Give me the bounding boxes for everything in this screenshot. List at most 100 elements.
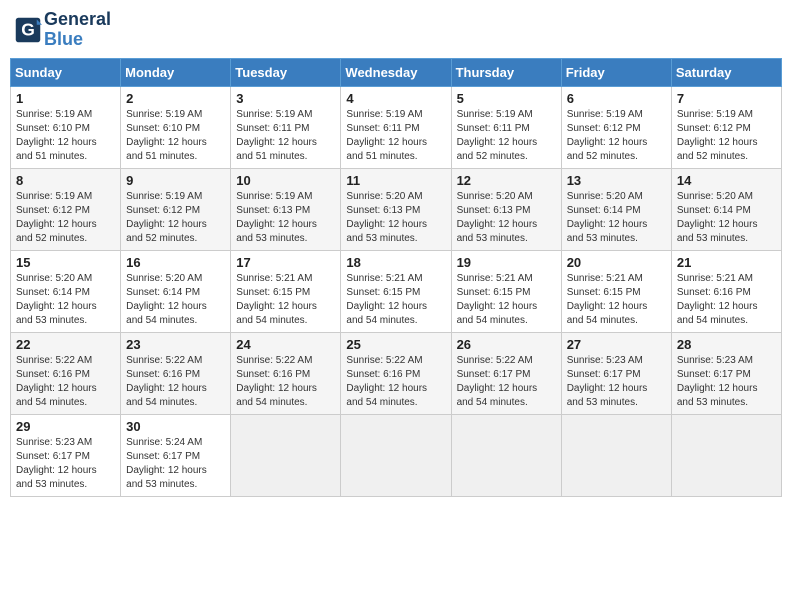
cell-content: Sunrise: 5:23 AM Sunset: 6:17 PM Dayligh…	[16, 436, 115, 492]
day-number: 1	[16, 91, 115, 106]
logo: G General Blue	[14, 10, 111, 50]
day-number: 4	[346, 91, 445, 106]
day-number: 3	[236, 91, 335, 106]
calendar-cell: 20Sunrise: 5:21 AM Sunset: 6:15 PM Dayli…	[561, 250, 671, 332]
calendar-week-row: 1 Sunrise: 5:19 AM Sunset: 6:10 PM Daylig…	[11, 86, 782, 168]
day-number: 13	[567, 173, 666, 188]
calendar-cell: 4 Sunrise: 5:19 AM Sunset: 6:11 PM Daylig…	[341, 86, 451, 168]
day-number: 9	[126, 173, 225, 188]
calendar-cell: 11 Sunrise: 5:20 AM Sunset: 6:13 PM Dayli…	[341, 168, 451, 250]
calendar-cell	[231, 414, 341, 496]
cell-content: Sunrise: 5:22 AM Sunset: 6:16 PM Dayligh…	[236, 354, 335, 410]
cell-content: Sunrise: 5:19 AM Sunset: 6:11 PM Dayligh…	[236, 108, 335, 164]
cell-content: Sunrise: 5:20 AM Sunset: 6:13 PM Dayligh…	[457, 190, 556, 246]
calendar-cell: 16 Sunrise: 5:20 AM Sunset: 6:14 PM Dayli…	[121, 250, 231, 332]
calendar-cell: 3 Sunrise: 5:19 AM Sunset: 6:11 PM Daylig…	[231, 86, 341, 168]
calendar-cell	[451, 414, 561, 496]
cell-content: Sunrise: 5:23 AM Sunset: 6:17 PM Dayligh…	[567, 354, 666, 410]
cell-content: Sunrise: 5:19 AM Sunset: 6:10 PM Dayligh…	[16, 108, 115, 164]
cell-content: Sunrise: 5:23 AM Sunset: 6:17 PM Dayligh…	[677, 354, 776, 410]
cell-content: Sunrise: 5:20 AM Sunset: 6:14 PM Dayligh…	[16, 272, 115, 328]
logo-icon: G	[14, 16, 42, 44]
calendar-cell: 26Sunrise: 5:22 AM Sunset: 6:17 PM Dayli…	[451, 332, 561, 414]
calendar-cell: 12 Sunrise: 5:20 AM Sunset: 6:13 PM Dayli…	[451, 168, 561, 250]
calendar-cell	[671, 414, 781, 496]
calendar-table: SundayMondayTuesdayWednesdayThursdayFrid…	[10, 58, 782, 497]
cell-content: Sunrise: 5:19 AM Sunset: 6:12 PM Dayligh…	[677, 108, 776, 164]
weekday-header: Saturday	[671, 58, 781, 86]
calendar-cell: 9 Sunrise: 5:19 AM Sunset: 6:12 PM Daylig…	[121, 168, 231, 250]
logo-text: General Blue	[44, 10, 111, 50]
calendar-cell: 14 Sunrise: 5:20 AM Sunset: 6:14 PM Dayli…	[671, 168, 781, 250]
cell-content: Sunrise: 5:19 AM Sunset: 6:10 PM Dayligh…	[126, 108, 225, 164]
calendar-cell: 7Sunrise: 5:19 AM Sunset: 6:12 PM Daylig…	[671, 86, 781, 168]
calendar-cell: 8 Sunrise: 5:19 AM Sunset: 6:12 PM Daylig…	[11, 168, 121, 250]
cell-content: Sunrise: 5:19 AM Sunset: 6:12 PM Dayligh…	[126, 190, 225, 246]
cell-content: Sunrise: 5:19 AM Sunset: 6:12 PM Dayligh…	[16, 190, 115, 246]
calendar-cell: 28Sunrise: 5:23 AM Sunset: 6:17 PM Dayli…	[671, 332, 781, 414]
day-number: 18	[346, 255, 445, 270]
weekday-header: Sunday	[11, 58, 121, 86]
weekday-header: Monday	[121, 58, 231, 86]
cell-content: Sunrise: 5:22 AM Sunset: 6:17 PM Dayligh…	[457, 354, 556, 410]
calendar-cell: 17Sunrise: 5:21 AM Sunset: 6:15 PM Dayli…	[231, 250, 341, 332]
day-number: 15	[16, 255, 115, 270]
cell-content: Sunrise: 5:22 AM Sunset: 6:16 PM Dayligh…	[16, 354, 115, 410]
day-number: 12	[457, 173, 556, 188]
day-number: 23	[126, 337, 225, 352]
calendar-cell: 22Sunrise: 5:22 AM Sunset: 6:16 PM Dayli…	[11, 332, 121, 414]
cell-content: Sunrise: 5:19 AM Sunset: 6:11 PM Dayligh…	[457, 108, 556, 164]
weekday-header-row: SundayMondayTuesdayWednesdayThursdayFrid…	[11, 58, 782, 86]
calendar-cell: 25 Sunrise: 5:22 AM Sunset: 6:16 PM Dayli…	[341, 332, 451, 414]
calendar-week-row: 29 Sunrise: 5:23 AM Sunset: 6:17 PM Dayli…	[11, 414, 782, 496]
calendar-cell: 10 Sunrise: 5:19 AM Sunset: 6:13 PM Dayli…	[231, 168, 341, 250]
weekday-header: Wednesday	[341, 58, 451, 86]
day-number: 5	[457, 91, 556, 106]
day-number: 27	[567, 337, 666, 352]
day-number: 6	[567, 91, 666, 106]
day-number: 21	[677, 255, 776, 270]
day-number: 16	[126, 255, 225, 270]
weekday-header: Thursday	[451, 58, 561, 86]
day-number: 24	[236, 337, 335, 352]
calendar-week-row: 22Sunrise: 5:22 AM Sunset: 6:16 PM Dayli…	[11, 332, 782, 414]
cell-content: Sunrise: 5:21 AM Sunset: 6:15 PM Dayligh…	[567, 272, 666, 328]
day-number: 14	[677, 173, 776, 188]
day-number: 2	[126, 91, 225, 106]
day-number: 8	[16, 173, 115, 188]
day-number: 25	[346, 337, 445, 352]
calendar-cell	[341, 414, 451, 496]
calendar-cell: 29 Sunrise: 5:23 AM Sunset: 6:17 PM Dayli…	[11, 414, 121, 496]
cell-content: Sunrise: 5:22 AM Sunset: 6:16 PM Dayligh…	[346, 354, 445, 410]
day-number: 30	[126, 419, 225, 434]
cell-content: Sunrise: 5:21 AM Sunset: 6:15 PM Dayligh…	[457, 272, 556, 328]
cell-content: Sunrise: 5:19 AM Sunset: 6:11 PM Dayligh…	[346, 108, 445, 164]
cell-content: Sunrise: 5:19 AM Sunset: 6:12 PM Dayligh…	[567, 108, 666, 164]
calendar-cell	[561, 414, 671, 496]
day-number: 29	[16, 419, 115, 434]
cell-content: Sunrise: 5:20 AM Sunset: 6:14 PM Dayligh…	[677, 190, 776, 246]
cell-content: Sunrise: 5:21 AM Sunset: 6:16 PM Dayligh…	[677, 272, 776, 328]
svg-text:G: G	[21, 19, 35, 39]
cell-content: Sunrise: 5:20 AM Sunset: 6:14 PM Dayligh…	[126, 272, 225, 328]
cell-content: Sunrise: 5:20 AM Sunset: 6:14 PM Dayligh…	[567, 190, 666, 246]
day-number: 19	[457, 255, 556, 270]
calendar-cell: 19 Sunrise: 5:21 AM Sunset: 6:15 PM Dayli…	[451, 250, 561, 332]
calendar-cell: 30Sunrise: 5:24 AM Sunset: 6:17 PM Dayli…	[121, 414, 231, 496]
calendar-cell: 2 Sunrise: 5:19 AM Sunset: 6:10 PM Daylig…	[121, 86, 231, 168]
calendar-cell: 21 Sunrise: 5:21 AM Sunset: 6:16 PM Dayli…	[671, 250, 781, 332]
cell-content: Sunrise: 5:20 AM Sunset: 6:13 PM Dayligh…	[346, 190, 445, 246]
calendar-cell: 27 Sunrise: 5:23 AM Sunset: 6:17 PM Dayli…	[561, 332, 671, 414]
day-number: 11	[346, 173, 445, 188]
day-number: 10	[236, 173, 335, 188]
cell-content: Sunrise: 5:19 AM Sunset: 6:13 PM Dayligh…	[236, 190, 335, 246]
day-number: 17	[236, 255, 335, 270]
calendar-cell: 6 Sunrise: 5:19 AM Sunset: 6:12 PM Daylig…	[561, 86, 671, 168]
calendar-week-row: 15 Sunrise: 5:20 AM Sunset: 6:14 PM Dayli…	[11, 250, 782, 332]
calendar-cell: 13 Sunrise: 5:20 AM Sunset: 6:14 PM Dayli…	[561, 168, 671, 250]
cell-content: Sunrise: 5:21 AM Sunset: 6:15 PM Dayligh…	[346, 272, 445, 328]
calendar-week-row: 8 Sunrise: 5:19 AM Sunset: 6:12 PM Daylig…	[11, 168, 782, 250]
calendar-cell: 23Sunrise: 5:22 AM Sunset: 6:16 PM Dayli…	[121, 332, 231, 414]
page-header: G General Blue	[10, 10, 782, 50]
calendar-cell: 5 Sunrise: 5:19 AM Sunset: 6:11 PM Daylig…	[451, 86, 561, 168]
